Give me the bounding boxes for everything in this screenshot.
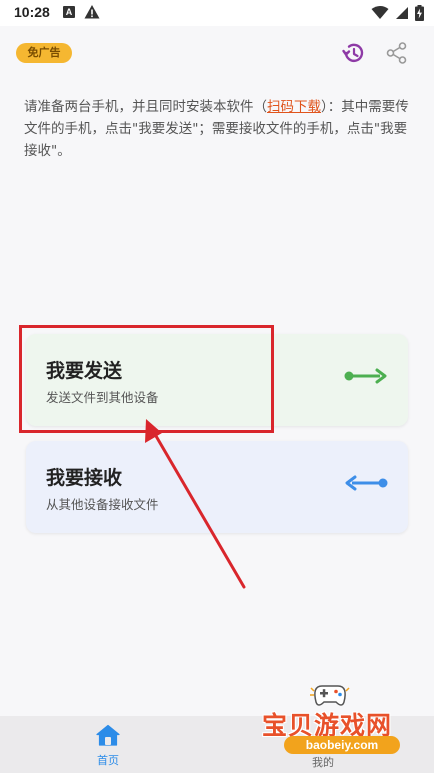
status-time: 10:28 — [14, 4, 50, 20]
warning-icon — [84, 5, 100, 19]
scan-download-link[interactable]: 扫码下载 — [267, 99, 321, 115]
wifi-icon — [371, 6, 389, 19]
a-icon: A — [63, 6, 75, 18]
receive-card[interactable]: 我要接收 从其他设备接收文件 — [26, 441, 408, 533]
history-icon[interactable] — [340, 40, 366, 66]
watermark-url: baobeiy.com — [284, 736, 400, 754]
remove-ads-badge[interactable]: 免广告 — [16, 43, 72, 63]
share-icon[interactable] — [384, 40, 410, 66]
watermark: 宝贝游戏网 baobeiy.com — [258, 678, 424, 773]
send-arrow-icon — [344, 368, 387, 384]
home-icon — [96, 724, 120, 746]
nav-home-label: 首页 — [97, 754, 119, 767]
receive-arrow-icon — [345, 475, 388, 491]
status-bar: 10:28 A — [0, 0, 434, 26]
top-bar: 免广告 — [0, 26, 434, 80]
annotation-highlight-box — [19, 325, 274, 433]
nav-home[interactable]: 首页 — [87, 724, 129, 768]
signal-icon — [396, 7, 408, 19]
receive-card-subtitle: 从其他设备接收文件 — [46, 497, 159, 512]
intro-instructions: 请准备两台手机，并且同时安装本软件（扫码下载）：其中需要传文件的手机，点击"我要… — [24, 96, 416, 162]
intro-text-start: 请准备两台手机，并且同时安装本软件（ — [24, 99, 267, 115]
battery-icon — [415, 5, 424, 21]
status-right-icons — [371, 4, 424, 22]
receive-card-title: 我要接收 — [46, 467, 123, 489]
